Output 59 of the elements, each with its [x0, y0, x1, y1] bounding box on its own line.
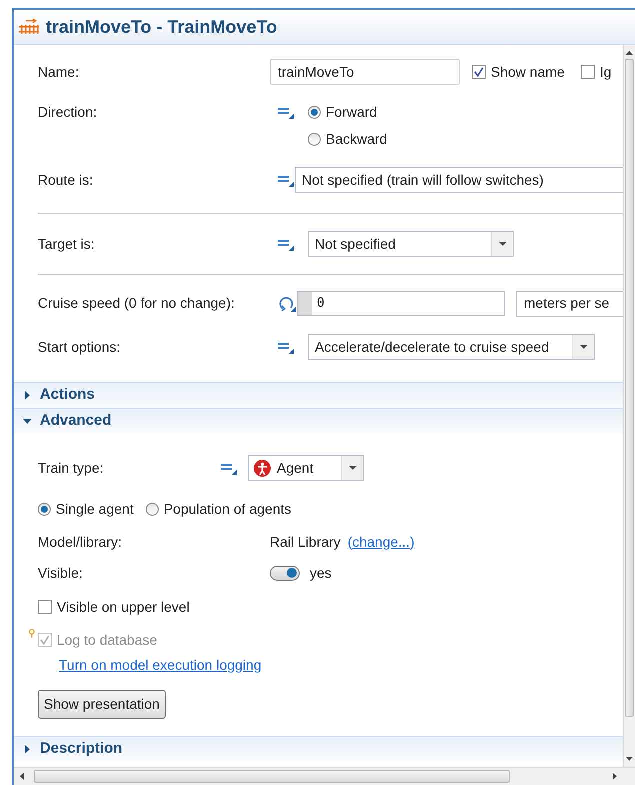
static-value-icon[interactable] — [277, 237, 295, 251]
section-header[interactable]: Description — [14, 736, 623, 762]
library-name: Rail Library — [270, 532, 341, 552]
name-field[interactable]: trainMoveTo — [270, 59, 460, 85]
field-label: Target is: — [38, 234, 96, 254]
dynamic-value-icon[interactable] — [277, 294, 297, 312]
radio-button[interactable] — [146, 502, 159, 516]
static-value-icon[interactable] — [277, 340, 295, 354]
radio-button[interactable] — [38, 502, 51, 516]
expand-arrow-icon — [23, 391, 32, 400]
checkbox[interactable] — [472, 65, 486, 79]
change-link[interactable]: (change...) — [348, 532, 415, 552]
static-value-icon[interactable] — [277, 105, 295, 119]
horizontal-scrollbar[interactable] — [14, 767, 635, 785]
visible-toggle[interactable] — [270, 566, 300, 580]
field-label: Model/library: — [38, 532, 124, 552]
radio-option[interactable]: Forward — [308, 102, 378, 123]
lightbulb-icon — [29, 629, 35, 639]
radio-option[interactable]: Single agent — [38, 498, 134, 520]
ignore-checkbox[interactable]: Ig — [580, 62, 612, 82]
field-label: Route is: — [38, 170, 94, 190]
visible-upper-level-checkbox[interactable]: Visible on upper level — [38, 596, 190, 618]
static-value-icon[interactable] — [220, 461, 238, 475]
scroll-right-arrow-icon[interactable] — [613, 773, 617, 780]
field-label: Start options: — [38, 338, 122, 357]
expand-arrow-icon — [23, 745, 32, 754]
visible-value: yes — [310, 564, 332, 583]
section-header[interactable]: Advanced — [14, 408, 623, 434]
cruise-speed-field[interactable]: 0 — [297, 291, 505, 316]
train-type-combo[interactable]: Agent — [248, 455, 364, 481]
scroll-left-arrow-icon[interactable] — [20, 773, 24, 780]
radio-button[interactable] — [308, 133, 321, 146]
radio-option[interactable]: Population of agents — [146, 498, 292, 520]
route-combo[interactable]: Not specified (train will follow switches) — [295, 167, 623, 193]
checkbox[interactable] — [38, 600, 52, 614]
radio-button[interactable] — [308, 106, 321, 119]
scroll-up-arrow-icon[interactable] — [626, 51, 633, 55]
show-presentation-button[interactable]: Show presentation — [38, 690, 166, 719]
static-value-icon[interactable] — [277, 173, 295, 187]
window-title: trainMoveTo - TrainMoveTo — [46, 16, 278, 38]
field-label: Direction: — [38, 102, 98, 122]
dropdown-arrow-icon — [580, 345, 588, 349]
show-name-checkbox[interactable]: Show name — [472, 62, 565, 82]
field-label: Name: — [38, 62, 80, 82]
section-header[interactable]: Actions — [14, 382, 623, 408]
scroll-down-arrow-icon[interactable] — [626, 757, 633, 761]
start-options-combo[interactable]: Accelerate/decelerate to cruise speed — [308, 334, 595, 360]
dropdown-arrow-icon — [348, 466, 356, 470]
field-label: Train type: — [38, 458, 105, 478]
checkbox[interactable] — [580, 65, 595, 79]
field-label: Cruise speed (0 for no change): — [38, 294, 236, 313]
collapse-arrow-icon — [23, 417, 32, 426]
field-label: Visible: — [38, 564, 84, 582]
vertical-scrollbar[interactable] — [623, 45, 635, 767]
train-track-icon — [18, 19, 40, 35]
target-combo[interactable]: Not specified — [308, 231, 514, 257]
person-icon — [254, 460, 271, 476]
dropdown-arrow-icon — [498, 242, 506, 246]
radio-option[interactable]: Backward — [308, 129, 388, 150]
